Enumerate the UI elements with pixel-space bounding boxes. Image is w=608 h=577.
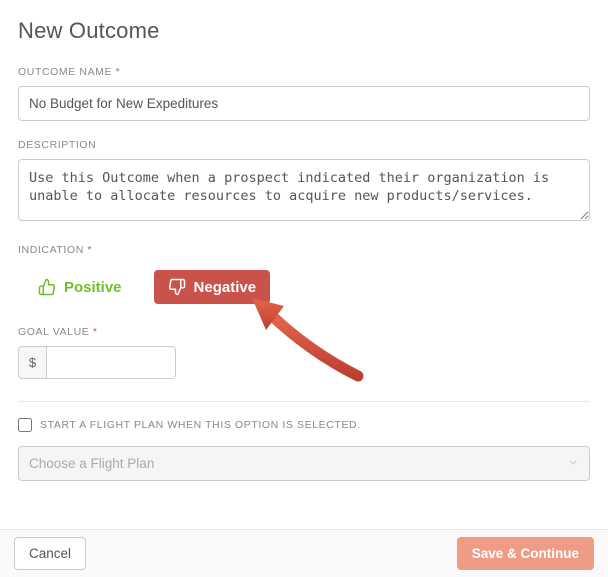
outcome-name-input[interactable] — [18, 86, 590, 121]
currency-symbol: $ — [18, 346, 46, 379]
flight-plan-checkbox-row: START A FLIGHT PLAN WHEN THIS OPTION IS … — [18, 418, 590, 432]
description-label: DESCRIPTION — [18, 139, 590, 151]
required-marker: * — [93, 326, 98, 338]
goal-value-label: GOAL VALUE * — [18, 326, 590, 338]
outcome-name-label: OUTCOME NAME * — [18, 66, 590, 78]
goal-value-group: GOAL VALUE * $ — [18, 326, 590, 379]
indication-positive-label: Positive — [64, 279, 122, 296]
thumbs-up-icon — [38, 278, 56, 296]
flight-plan-checkbox[interactable] — [18, 418, 32, 432]
cancel-button[interactable]: Cancel — [14, 537, 86, 570]
flight-plan-select[interactable]: Choose a Flight Plan — [18, 446, 590, 481]
indication-negative-label: Negative — [194, 279, 257, 296]
description-group: DESCRIPTION Use this Outcome when a pros… — [18, 139, 590, 226]
page-title: New Outcome — [18, 18, 590, 44]
new-outcome-form: New Outcome OUTCOME NAME * DESCRIPTION U… — [0, 0, 608, 577]
indication-negative-button[interactable]: Negative — [154, 270, 271, 304]
goal-value-row: $ — [18, 346, 590, 379]
outcome-name-group: OUTCOME NAME * — [18, 66, 590, 121]
goal-value-input[interactable] — [46, 346, 176, 379]
save-continue-button[interactable]: Save & Continue — [457, 537, 594, 570]
form-footer: Cancel Save & Continue — [0, 529, 608, 577]
goal-value-label-text: GOAL VALUE — [18, 326, 89, 338]
chevron-down-icon — [567, 456, 579, 471]
description-textarea[interactable]: Use this Outcome when a prospect indicat… — [18, 159, 590, 221]
flight-plan-select-placeholder: Choose a Flight Plan — [29, 456, 154, 471]
indication-label-text: INDICATION — [18, 244, 84, 256]
section-divider — [18, 401, 590, 402]
indication-label: INDICATION * — [18, 244, 590, 256]
flight-plan-checkbox-label: START A FLIGHT PLAN WHEN THIS OPTION IS … — [40, 419, 361, 431]
required-marker: * — [116, 66, 121, 78]
indication-group: INDICATION * Positive — [18, 244, 590, 308]
required-marker: * — [87, 244, 92, 256]
indication-options: Positive Negative — [18, 264, 590, 308]
outcome-name-label-text: OUTCOME NAME — [18, 66, 112, 78]
indication-positive-button[interactable]: Positive — [24, 270, 136, 304]
thumbs-down-icon — [168, 278, 186, 296]
